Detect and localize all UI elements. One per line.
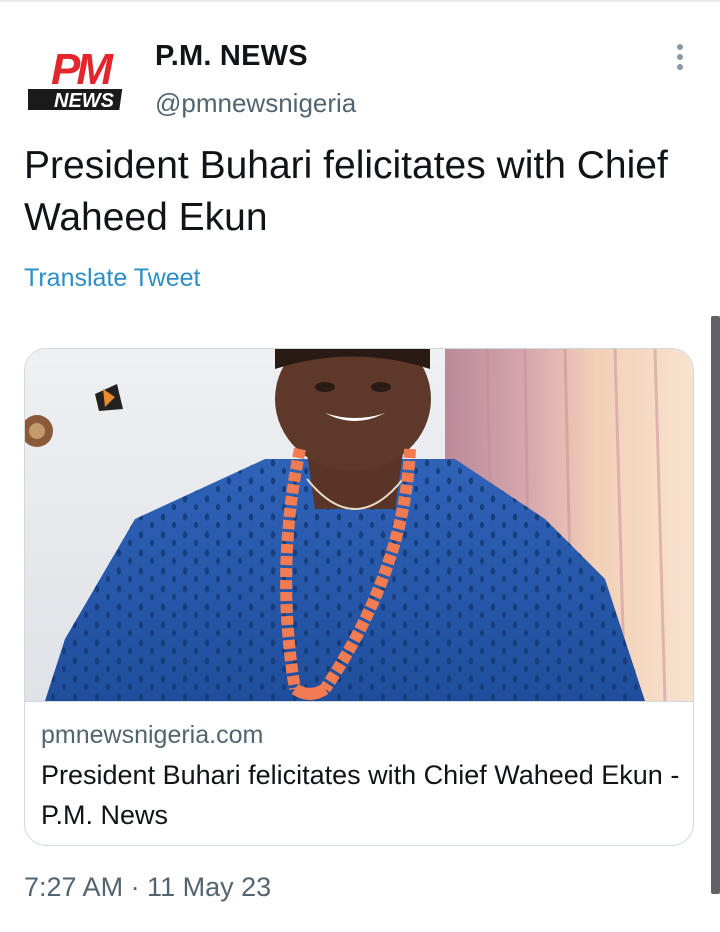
logo-text-top: PM: [51, 48, 114, 94]
account-handle[interactable]: @pmnewsnigeria: [155, 88, 356, 119]
account-name[interactable]: P.M. NEWS: [155, 40, 308, 73]
logo-text-bottom: NEWS: [54, 90, 115, 112]
scrollbar[interactable]: [711, 316, 720, 894]
top-divider: [0, 0, 720, 2]
translate-tweet-link[interactable]: Translate Tweet: [24, 264, 200, 293]
avatar[interactable]: PM NEWS: [28, 48, 132, 112]
link-preview-card[interactable]: pmnewsnigeria.com President Buhari felic…: [24, 348, 694, 846]
card-divider: [25, 701, 693, 702]
more-vertical-icon[interactable]: [672, 44, 688, 74]
card-title: President Buhari felicitates with Chief …: [41, 760, 680, 830]
tweet-timestamp[interactable]: 7:27 AM · 11 May 23: [24, 872, 271, 903]
card-domain: pmnewsnigeria.com: [41, 721, 264, 749]
card-photo: [25, 349, 693, 701]
tweet-text: President Buhari felicitates with Chief …: [24, 144, 668, 239]
